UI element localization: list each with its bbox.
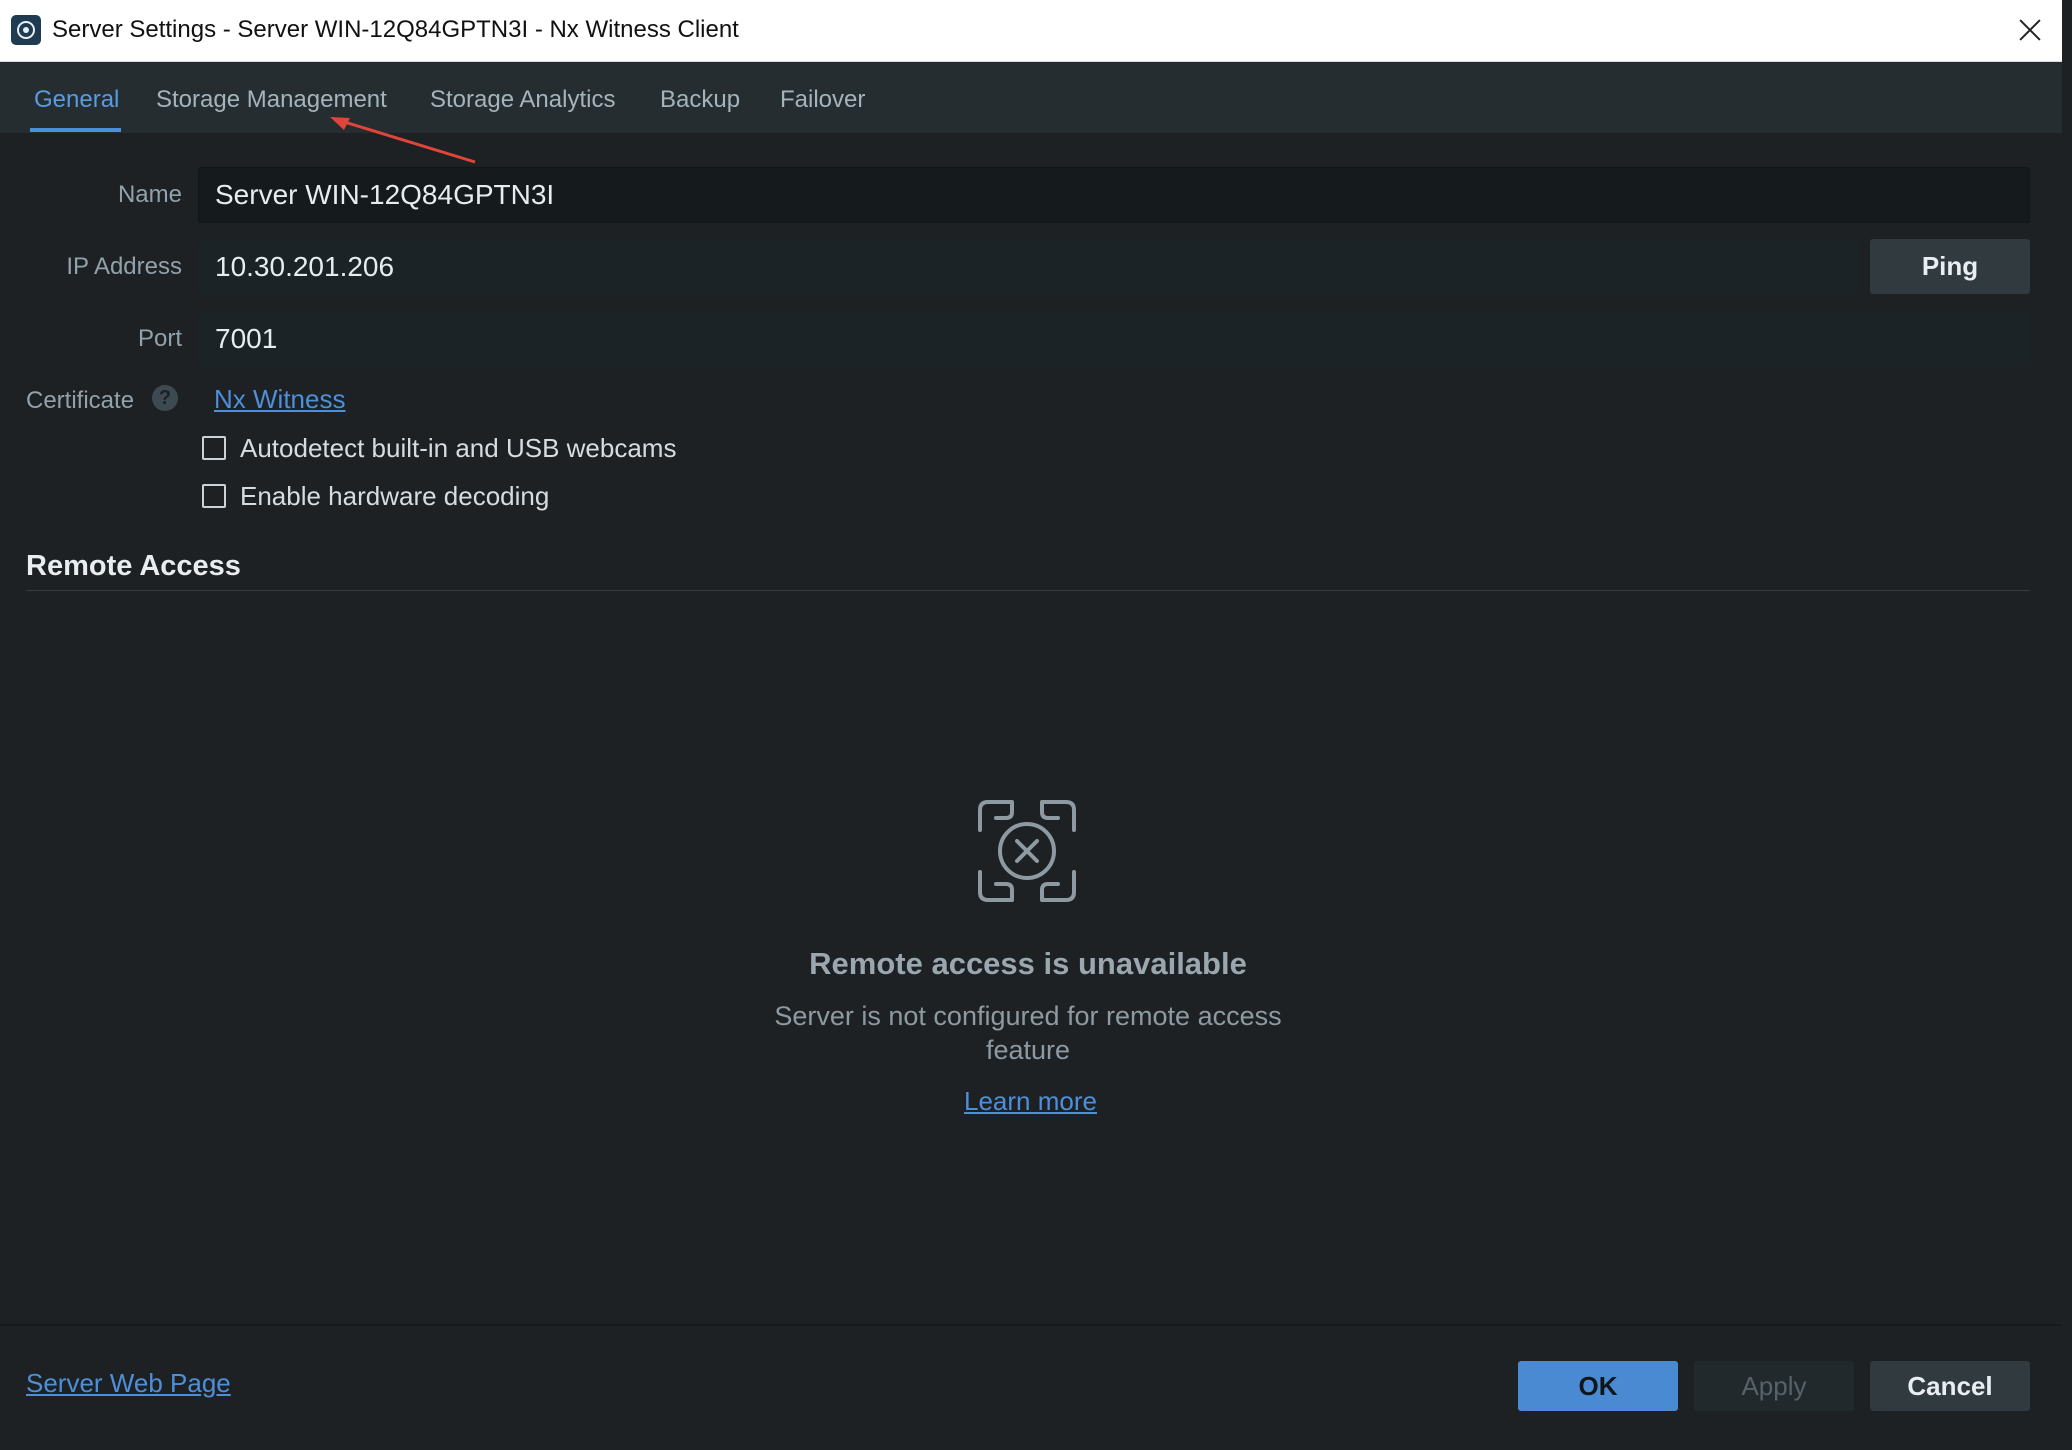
app-icon [11, 15, 41, 45]
close-icon[interactable] [2010, 12, 2050, 48]
autodetect-webcams-label: Autodetect built-in and USB webcams [240, 433, 677, 463]
certificate-link[interactable]: Nx Witness [214, 384, 345, 415]
section-divider [26, 590, 2030, 591]
remote-access-heading: Remote Access [26, 550, 241, 582]
name-input[interactable] [198, 167, 2030, 223]
name-label: Name [117, 181, 182, 208]
hardware-decoding-checkbox[interactable] [202, 484, 226, 508]
hardware-decoding-label: Enable hardware decoding [240, 481, 550, 511]
annotation-arrow [330, 117, 476, 164]
ip-address-field [198, 239, 1858, 295]
remote-unavailable-icon [978, 800, 1076, 902]
certificate-label: Certificate [26, 387, 135, 414]
tab-failover[interactable]: Failover [780, 86, 865, 114]
port-label: Port [137, 325, 182, 352]
apply-button[interactable]: Apply [1694, 1361, 1854, 1411]
tab-backup[interactable]: Backup [660, 86, 740, 114]
remote-access-unavailable-title: Remote access is unavailable [809, 946, 1247, 981]
help-icon[interactable]: ? [152, 385, 178, 411]
cancel-button[interactable]: Cancel [1870, 1361, 2030, 1411]
autodetect-webcams-checkbox[interactable] [202, 436, 226, 460]
tab-general[interactable]: General [34, 86, 119, 114]
tab-bar: General Storage Management Storage Analy… [0, 62, 2062, 133]
ping-button[interactable]: Ping [1870, 239, 2030, 294]
server-web-page-link[interactable]: Server Web Page [26, 1368, 231, 1399]
server-settings-dialog: Server Settings - Server WIN-12Q84GPTN3I… [0, 0, 2062, 1440]
ip-address-label: IP Address [66, 253, 182, 280]
title-bar: Server Settings - Server WIN-12Q84GPTN3I… [0, 0, 2062, 62]
remote-access-description: Server is not configured for remote acce… [774, 1001, 1282, 1065]
port-field [198, 311, 2030, 367]
window-title: Server Settings - Server WIN-12Q84GPTN3I… [52, 16, 739, 43]
learn-more-link[interactable]: Learn more [964, 1086, 1097, 1117]
footer-divider [0, 1324, 2062, 1326]
ok-button[interactable]: OK [1518, 1361, 1678, 1411]
active-tab-indicator [30, 128, 121, 132]
